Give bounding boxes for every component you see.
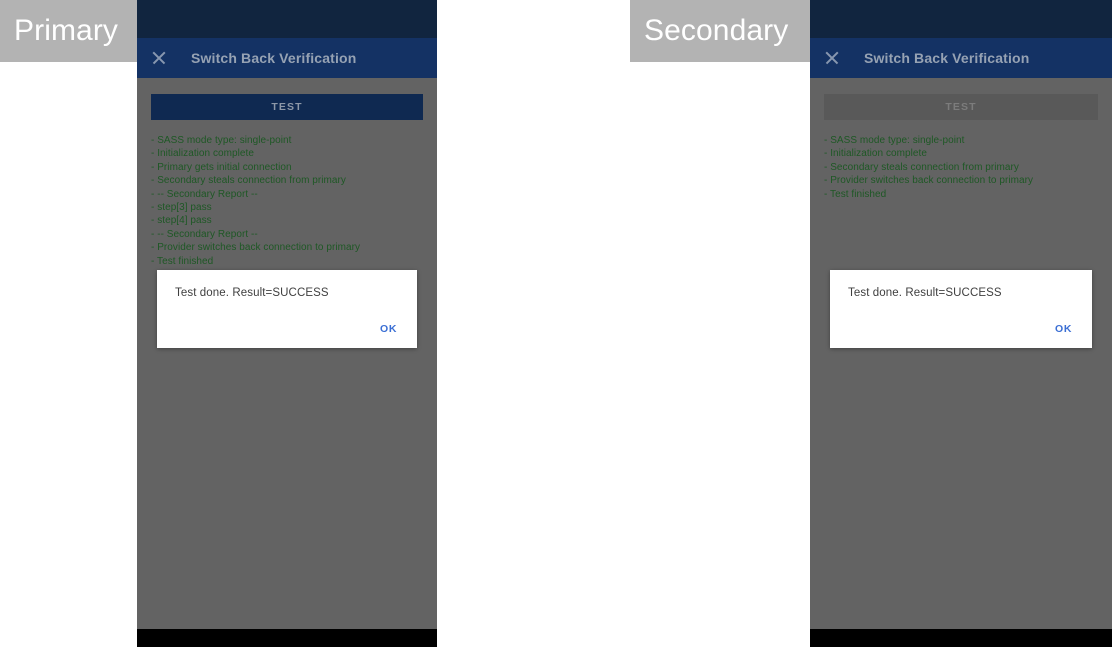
log-line: - Initialization complete — [151, 148, 254, 160]
alert-dialog-secondary: Test done. Result=SUCCESS OK — [830, 270, 1092, 348]
log-line: - Initialization complete — [824, 148, 927, 160]
dialog-message: Test done. Result=SUCCESS — [175, 287, 329, 299]
role-label-secondary: Secondary — [630, 0, 810, 62]
dialog-ok-button[interactable]: OK — [1055, 323, 1072, 335]
navigation-bar-secondary — [810, 629, 1112, 647]
log-line: - -- Secondary Report -- — [151, 188, 258, 200]
screenshot-root: Primary Secondary Switch Back Verificati… — [0, 0, 1112, 647]
test-button-primary[interactable]: TEST — [151, 94, 423, 120]
dialog-actions: OK — [1055, 319, 1092, 348]
log-line: - Secondary steals connection from prima… — [151, 175, 346, 187]
log-line: - Primary gets initial connection — [151, 161, 292, 173]
close-icon[interactable] — [824, 50, 840, 66]
log-line: - step[3] pass — [151, 202, 212, 214]
dialog-actions: OK — [380, 319, 417, 348]
alert-dialog-primary: Test done. Result=SUCCESS OK — [157, 270, 417, 348]
role-label-primary: Primary — [0, 0, 137, 62]
app-bar-title: Switch Back Verification — [191, 50, 357, 66]
test-button-secondary: TEST — [824, 94, 1098, 120]
log-line: - Test finished — [824, 188, 887, 200]
content-area-primary: TEST - SASS mode type: single-point - Ini… — [137, 78, 437, 617]
log-line: - step[4] pass — [151, 215, 212, 227]
log-line: - -- Secondary Report -- — [151, 228, 258, 240]
log-line: - SASS mode type: single-point — [151, 135, 292, 146]
log-output-primary: - SASS mode type: single-point - Initiali… — [151, 134, 423, 268]
app-bar-secondary: Switch Back Verification — [810, 38, 1112, 78]
log-line: - Secondary steals connection from prima… — [824, 161, 1019, 173]
dialog-message: Test done. Result=SUCCESS — [848, 287, 1002, 299]
content-area-secondary: TEST - SASS mode type: single-point - Ini… — [810, 78, 1112, 617]
dialog-ok-button[interactable]: OK — [380, 323, 397, 335]
status-bar-primary — [137, 0, 437, 38]
log-line: - Provider switches back connection to p… — [151, 242, 361, 254]
log-line: - SASS mode type: single-point — [824, 135, 965, 146]
app-bar-primary: Switch Back Verification — [137, 38, 437, 78]
close-icon[interactable] — [151, 50, 167, 66]
phone-screen-secondary: Switch Back Verification TEST - SASS mod… — [810, 0, 1112, 647]
app-bar-title: Switch Back Verification — [864, 50, 1030, 66]
log-line: - Test finished — [151, 255, 214, 267]
phone-screen-primary: Switch Back Verification TEST - SASS mod… — [137, 0, 437, 647]
log-line: - Provider switches back connection to p… — [824, 175, 1034, 187]
log-output-secondary: - SASS mode type: single-point - Initiali… — [824, 134, 1098, 201]
navigation-bar-primary — [137, 629, 437, 647]
status-bar-secondary — [810, 0, 1112, 38]
